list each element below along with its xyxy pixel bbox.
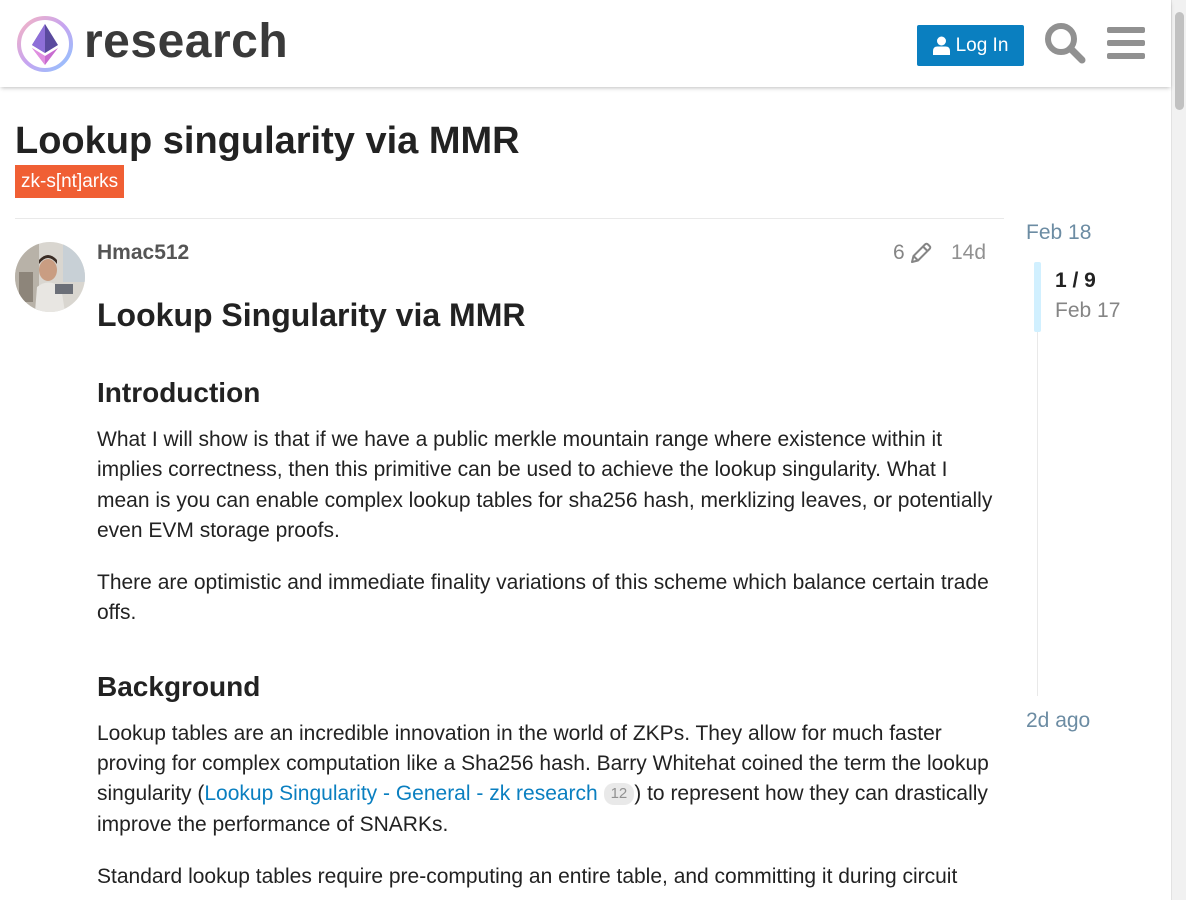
page: research Log In Lookup singularity via M… (0, 0, 1186, 900)
timeline-position-date: Feb 17 (1055, 299, 1121, 322)
timeline-position: 1 / 9 (1055, 269, 1096, 292)
lookup-singularity-link[interactable]: Lookup Singularity - General - zk resear… (204, 782, 597, 805)
site-name[interactable]: research (84, 14, 288, 70)
pencil-icon (910, 242, 931, 263)
background-paragraph-2: Standard lookup tables require pre-compu… (97, 864, 958, 888)
login-button[interactable]: Log In (917, 25, 1024, 66)
link-click-count: 12 (603, 783, 635, 806)
post-body: Lookup Singularity via MMR Introduction … (97, 295, 997, 900)
site-header: research Log In (0, 0, 1171, 87)
avatar[interactable] (15, 242, 85, 312)
login-label: Log In (955, 34, 1009, 56)
intro-paragraph-2: There are optimistic and immediate final… (97, 571, 989, 625)
category-badge[interactable]: zk-s[nt]arks (15, 165, 125, 198)
user-icon (932, 36, 950, 55)
scrollbar-thumb[interactable] (1175, 12, 1184, 110)
background-heading: Background (97, 670, 261, 702)
hamburger-menu-icon[interactable] (1107, 25, 1145, 61)
search-icon[interactable] (1044, 22, 1086, 64)
scrollbar[interactable] (1171, 0, 1186, 900)
topic-title[interactable]: Lookup singularity via MMR (15, 118, 520, 164)
edit-history[interactable]: 6 (893, 240, 933, 266)
post-date[interactable]: 14d (951, 240, 986, 266)
timeline-handle[interactable] (1034, 262, 1041, 332)
ethereum-logo[interactable] (16, 15, 74, 73)
background-paragraph-1: Lookup tables are an incredible innovati… (97, 719, 997, 840)
introduction-heading: Introduction (97, 377, 261, 408)
post-username[interactable]: Hmac512 (97, 240, 189, 266)
edit-count: 6 (893, 241, 905, 264)
intro-paragraph-1: What I will show is that if we have a pu… (97, 428, 993, 542)
divider (15, 218, 1004, 219)
timeline-start-date[interactable]: Feb 18 (1026, 220, 1091, 246)
timeline-end-date[interactable]: 2d ago (1026, 708, 1090, 734)
post-heading: Lookup Singularity via MMR (97, 297, 526, 333)
